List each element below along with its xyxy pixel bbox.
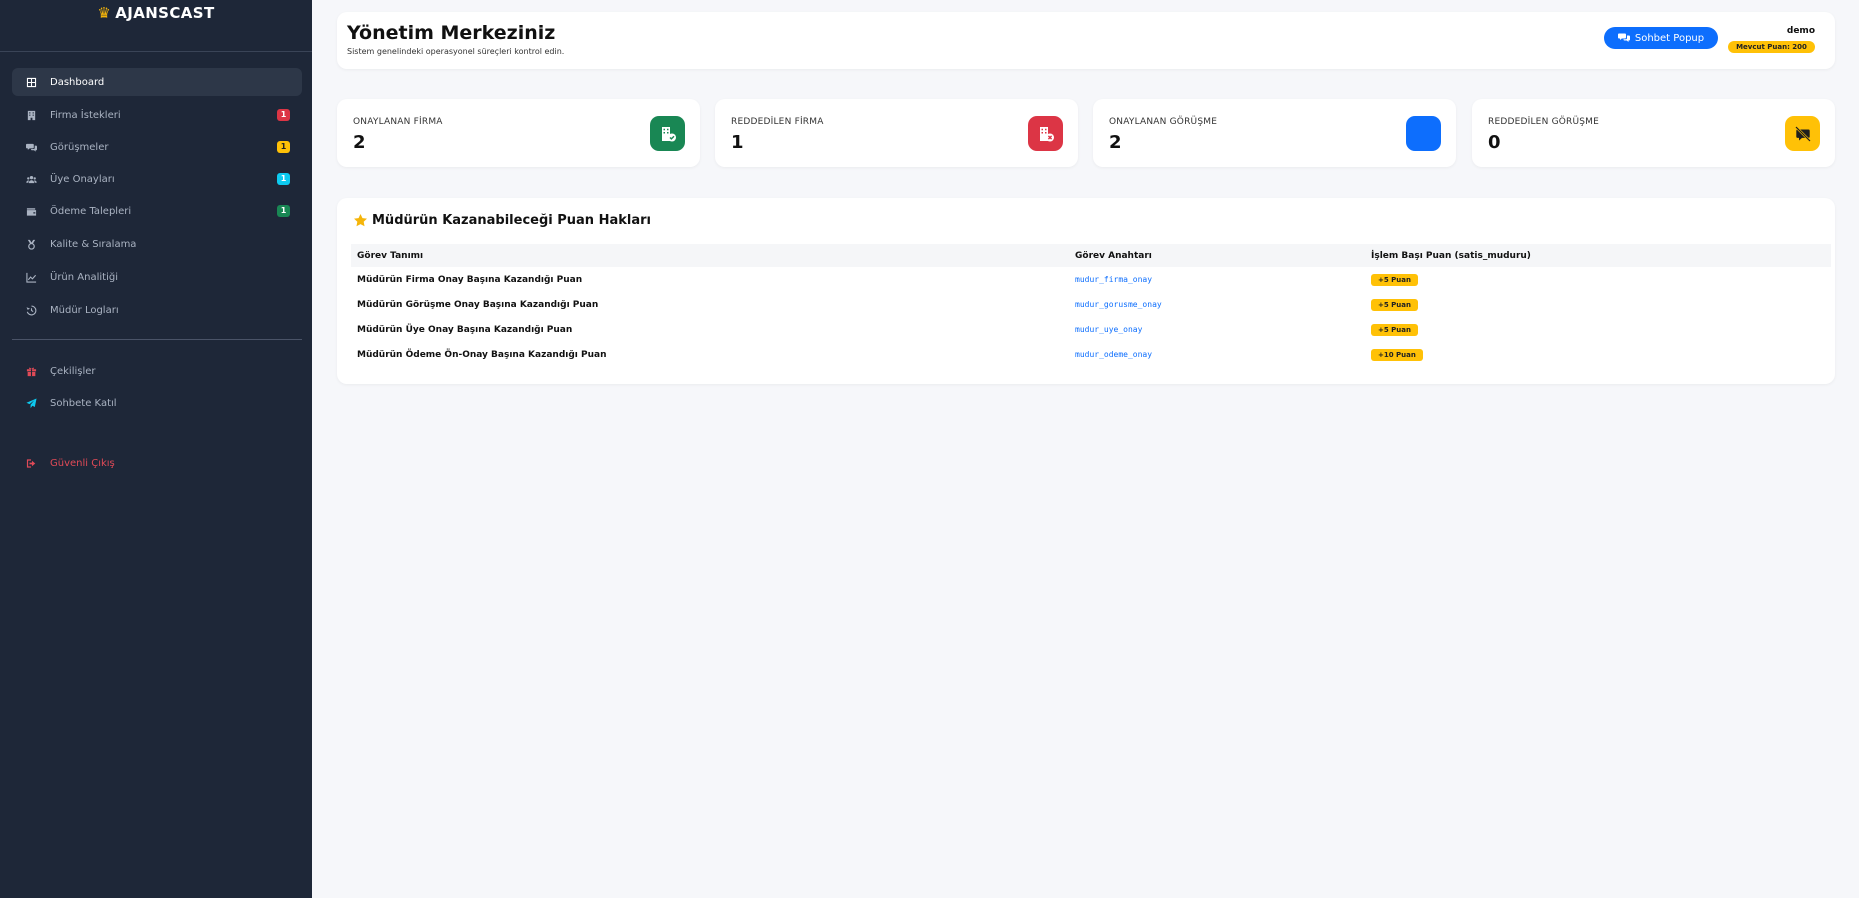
- task-key: mudur_odeme_onay: [1075, 350, 1153, 359]
- chat-popup-button[interactable]: Sohbet Popup: [1604, 27, 1718, 49]
- task-description: Müdürün Ödeme Ön-Onay Başına Kazandığı P…: [357, 349, 607, 360]
- sidebar-item-label: Ürün Analitiği: [50, 271, 118, 283]
- sidebar-item-cekilisler[interactable]: Çekilişler: [12, 357, 302, 385]
- stat-card-onaylanan-gorusme: ONAYLANAN GÖRÜŞME 2: [1093, 99, 1456, 167]
- section-title-text: Müdürün Kazanabileceği Puan Hakları: [372, 213, 651, 228]
- building-x-icon: [1028, 116, 1063, 151]
- sidebar-item-dashboard[interactable]: Dashboard: [12, 68, 302, 96]
- sidebar-item-label: Kalite & Sıralama: [50, 238, 137, 250]
- sidebar-item-sohbete-katil[interactable]: Sohbete Katıl: [12, 389, 302, 417]
- notification-badge: 1: [277, 109, 290, 121]
- column-header: Görev Tanımı: [351, 244, 1069, 267]
- notification-badge: 1: [277, 141, 290, 153]
- brand-logo[interactable]: ♛ AJANSCAST: [0, 0, 312, 26]
- points-cell: +10 Puan: [1365, 342, 1831, 367]
- sidebar-item-kalite-siralama[interactable]: Kalite & Sıralama: [12, 230, 302, 258]
- sidebar-item-label: Üye Onayları: [50, 173, 115, 185]
- sidebar-item-label: Müdür Logları: [50, 304, 119, 316]
- sidebar-item-odeme-talepleri[interactable]: Ödeme Talepleri 1: [12, 197, 302, 225]
- username: demo: [1786, 26, 1815, 36]
- stat-label: ONAYLANAN GÖRÜŞME: [1109, 117, 1218, 127]
- stat-label: REDDEDİLEN GÖRÜŞME: [1488, 117, 1600, 127]
- page-title: Yönetim Merkeziniz: [347, 22, 556, 44]
- points-rights-card: Müdürün Kazanabileceği Puan Hakları Göre…: [337, 198, 1835, 384]
- sidebar-item-uye-onaylari[interactable]: Üye Onayları 1: [12, 165, 302, 193]
- users-icon: [24, 174, 38, 185]
- comments-icon: [24, 142, 38, 153]
- task-description: Müdürün Firma Onay Başına Kazandığı Puan: [357, 274, 583, 285]
- wallet-icon: [24, 206, 38, 217]
- table-row: Müdürün Ödeme Ön-Onay Başına Kazandığı P…: [351, 342, 1831, 367]
- sidebar: ♛ AJANSCAST Dashboard Firma İstekleri 1 G…: [0, 0, 312, 898]
- stat-value: 2: [353, 132, 366, 153]
- stat-value: 0: [1488, 132, 1501, 153]
- building-check-icon: [650, 116, 685, 151]
- sidebar-item-firma-istekleri[interactable]: Firma İstekleri 1: [12, 101, 302, 129]
- points-cell: +5 Puan: [1365, 317, 1831, 342]
- table-row: Müdürün Firma Onay Başına Kazandığı Puan…: [351, 267, 1831, 292]
- star-icon: [354, 213, 367, 227]
- grid-icon: [24, 77, 38, 88]
- stat-card-reddedilen-firma: REDDEDİLEN FİRMA 1: [715, 99, 1078, 167]
- column-header: İşlem Başı Puan (satis_muduru): [1365, 244, 1831, 267]
- paper-plane-icon: [24, 397, 38, 409]
- stat-label: ONAYLANAN FİRMA: [353, 117, 443, 127]
- logout-button[interactable]: Güvenli Çıkış: [12, 449, 302, 477]
- stat-label: REDDEDİLEN FİRMA: [731, 117, 824, 127]
- building-icon: [24, 110, 38, 121]
- points-badge: +5 Puan: [1371, 298, 1418, 311]
- medal-icon: [24, 239, 38, 250]
- sidebar-item-mudur-loglari[interactable]: Müdür Logları: [12, 296, 302, 324]
- gift-icon: [24, 366, 38, 377]
- points-cell: +5 Puan: [1365, 292, 1831, 317]
- stat-card-onaylanan-firma: ONAYLANAN FİRMA 2: [337, 99, 700, 167]
- stat-card-reddedilen-gorusme: REDDEDİLEN GÖRÜŞME 0: [1472, 99, 1835, 167]
- task-description: Müdürün Görüşme Onay Başına Kazandığı Pu…: [357, 299, 599, 310]
- stat-value: 2: [1109, 132, 1122, 153]
- crown-icon: ♛: [97, 4, 112, 22]
- sidebar-item-gorusmeler[interactable]: Görüşmeler 1: [12, 133, 302, 161]
- task-description: Müdürün Üye Onay Başına Kazandığı Puan: [357, 324, 573, 335]
- comments-icon: [1617, 33, 1630, 42]
- brand-name: AJANSCAST: [115, 4, 215, 22]
- header-card: Yönetim Merkeziniz Sistem genelindeki op…: [337, 12, 1835, 69]
- sidebar-item-label: Ödeme Talepleri: [50, 205, 132, 217]
- sidebar-item-label: Görüşmeler: [50, 141, 109, 153]
- points-badge: +5 Puan: [1371, 323, 1418, 336]
- sign-out-icon: [24, 458, 38, 469]
- task-key: mudur_uye_onay: [1075, 325, 1143, 334]
- sidebar-item-label: Dashboard: [50, 76, 105, 88]
- sidebar-item-label: Firma İstekleri: [50, 109, 121, 121]
- sidebar-item-urun-analitigi[interactable]: Ürün Analitiği: [12, 263, 302, 291]
- chart-line-icon: [24, 272, 38, 283]
- points-badge: +10 Puan: [1371, 348, 1423, 361]
- comment-slash-icon: [1785, 116, 1820, 151]
- history-icon: [24, 305, 38, 316]
- notification-badge: 1: [277, 205, 290, 217]
- points-badge: Mevcut Puan: 200: [1728, 41, 1815, 53]
- page-subtitle: Sistem genelindeki operasyonel süreçleri…: [347, 47, 565, 56]
- points-cell: +5 Puan: [1365, 267, 1831, 292]
- sidebar-item-label: Çekilişler: [50, 365, 96, 377]
- table-row: Müdürün Görüşme Onay Başına Kazandığı Pu…: [351, 292, 1831, 317]
- sidebar-divider: [0, 51, 312, 52]
- comment-check-icon: [1406, 116, 1441, 151]
- sidebar-divider: [12, 339, 302, 340]
- task-key: mudur_firma_onay: [1075, 275, 1153, 284]
- notification-badge: 1: [277, 173, 290, 185]
- table-header-row: Görev Tanımı Görev Anahtarı İşlem Başı P…: [351, 244, 1831, 267]
- stat-value: 1: [731, 132, 744, 153]
- sidebar-item-label: Sohbete Katıl: [50, 397, 117, 409]
- section-title: Müdürün Kazanabileceği Puan Hakları: [353, 213, 651, 228]
- chat-popup-label: Sohbet Popup: [1634, 32, 1705, 44]
- table-row: Müdürün Üye Onay Başına Kazandığı Puan m…: [351, 317, 1831, 342]
- points-badge: +5 Puan: [1371, 273, 1418, 286]
- column-header: Görev Anahtarı: [1069, 244, 1365, 267]
- points-table: Görev Tanımı Görev Anahtarı İşlem Başı P…: [351, 244, 1831, 367]
- task-key: mudur_gorusme_onay: [1075, 300, 1162, 309]
- logout-label: Güvenli Çıkış: [50, 457, 115, 469]
